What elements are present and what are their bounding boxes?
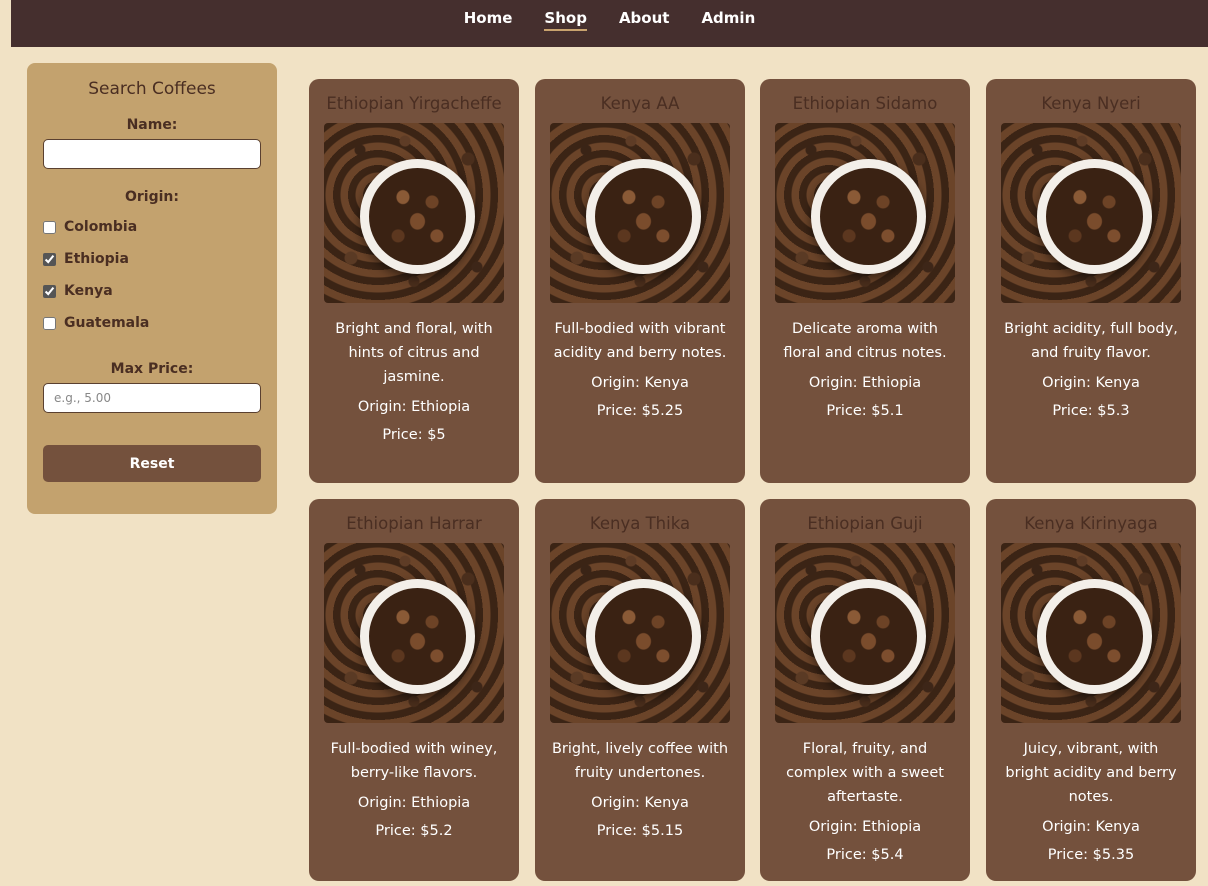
product-name: Kenya Nyeri xyxy=(1041,94,1141,113)
max-price-label: Max Price: xyxy=(110,361,194,377)
origin-checkbox-kenya[interactable] xyxy=(43,284,56,298)
top-navbar: Home Shop About Admin xyxy=(11,0,1208,47)
nav-link-admin[interactable]: Admin xyxy=(701,9,755,31)
product-name: Kenya Kirinyaga xyxy=(1024,514,1158,533)
origin-checkbox-ethiopia[interactable] xyxy=(43,252,56,266)
coffee-beans-image xyxy=(775,123,955,303)
product-card[interactable]: Kenya Kirinyaga Juicy, vibrant, with bri… xyxy=(986,499,1196,881)
product-description: Floral, fruity, and complex with a sweet… xyxy=(786,741,944,805)
product-price: Price: $5.35 xyxy=(1047,847,1135,863)
nav-links: Home Shop About Admin xyxy=(464,9,755,31)
product-price: Price: $5 xyxy=(382,427,446,443)
name-search-input[interactable] xyxy=(43,139,261,169)
product-card[interactable]: Kenya Thika Bright, lively coffee with f… xyxy=(535,499,745,881)
product-description: Full-bodied with winey, berry-like flavo… xyxy=(330,741,498,781)
product-price: Price: $5.2 xyxy=(375,823,453,839)
origin-option-colombia[interactable]: Colombia xyxy=(43,211,261,243)
origin-option-label: Colombia xyxy=(64,219,138,235)
product-card[interactable]: Ethiopian Harrar Full-bodied with winey,… xyxy=(309,499,519,881)
product-name: Kenya Thika xyxy=(589,514,691,533)
product-origin: Origin: Kenya xyxy=(1042,375,1140,391)
product-description: Bright, lively coffee with fruity undert… xyxy=(551,741,729,781)
product-card[interactable]: Ethiopian Yirgacheffe Bright and floral,… xyxy=(309,79,519,483)
coffee-beans-image xyxy=(775,543,955,723)
product-card[interactable]: Kenya AA Full-bodied with vibrant acidit… xyxy=(535,79,745,483)
nav-link-about[interactable]: About xyxy=(619,9,670,31)
nav-link-shop[interactable]: Shop xyxy=(544,9,587,31)
product-description: Bright acidity, full body, and fruity fl… xyxy=(1004,321,1178,361)
product-card[interactable]: Kenya Nyeri Bright acidity, full body, a… xyxy=(986,79,1196,483)
product-origin: Origin: Ethiopia xyxy=(808,375,922,391)
product-origin: Origin: Ethiopia xyxy=(357,795,471,811)
origin-option-label: Kenya xyxy=(64,283,113,299)
coffee-beans-image xyxy=(550,543,730,723)
product-description: Bright and floral, with hints of citrus … xyxy=(335,321,493,385)
reset-button[interactable]: Reset xyxy=(43,445,261,482)
product-card[interactable]: Ethiopian Guji Floral, fruity, and compl… xyxy=(760,499,970,881)
origin-option-kenya[interactable]: Kenya xyxy=(43,275,261,307)
product-card[interactable]: Ethiopian Sidamo Delicate aroma with flo… xyxy=(760,79,970,483)
nav-link-home[interactable]: Home xyxy=(464,9,513,31)
product-name: Ethiopian Sidamo xyxy=(792,94,938,113)
product-name: Ethiopian Harrar xyxy=(346,514,482,533)
product-name: Ethiopian Yirgacheffe xyxy=(326,94,502,113)
product-price: Price: $5.4 xyxy=(826,847,904,863)
product-origin: Origin: Ethiopia xyxy=(357,399,471,415)
coffee-beans-image xyxy=(324,123,504,303)
max-price-input[interactable] xyxy=(43,383,261,413)
product-origin: Origin: Kenya xyxy=(1042,819,1140,835)
origin-option-guatemala[interactable]: Guatemala xyxy=(43,307,261,339)
origin-option-label: Ethiopia xyxy=(64,251,129,267)
origin-checkbox-guatemala[interactable] xyxy=(43,316,56,330)
product-description: Juicy, vibrant, with bright acidity and … xyxy=(1005,741,1177,805)
name-label: Name: xyxy=(126,117,178,133)
origin-option-ethiopia[interactable]: Ethiopia xyxy=(43,243,261,275)
product-description: Delicate aroma with floral and citrus no… xyxy=(783,321,947,361)
product-name: Kenya AA xyxy=(600,94,680,113)
coffee-beans-image xyxy=(550,123,730,303)
product-price: Price: $5.15 xyxy=(596,823,684,839)
coffee-beans-image xyxy=(1001,543,1181,723)
sidebar-title: Search Coffees xyxy=(88,79,216,99)
product-name: Ethiopian Guji xyxy=(807,514,923,533)
product-origin: Origin: Ethiopia xyxy=(808,819,922,835)
product-origin: Origin: Kenya xyxy=(591,375,689,391)
product-price: Price: $5.25 xyxy=(596,403,684,419)
origin-checkbox-colombia[interactable] xyxy=(43,220,56,234)
product-origin: Origin: Kenya xyxy=(591,795,689,811)
origin-option-label: Guatemala xyxy=(64,315,150,331)
coffee-beans-image xyxy=(324,543,504,723)
search-sidebar: Search Coffees Name: Origin: Colombia Et… xyxy=(27,63,277,514)
product-description: Full-bodied with vibrant acidity and ber… xyxy=(553,321,727,361)
origin-label: Origin: xyxy=(125,189,179,205)
product-price: Price: $5.3 xyxy=(1052,403,1130,419)
product-price: Price: $5.1 xyxy=(826,403,904,419)
coffee-beans-image xyxy=(1001,123,1181,303)
